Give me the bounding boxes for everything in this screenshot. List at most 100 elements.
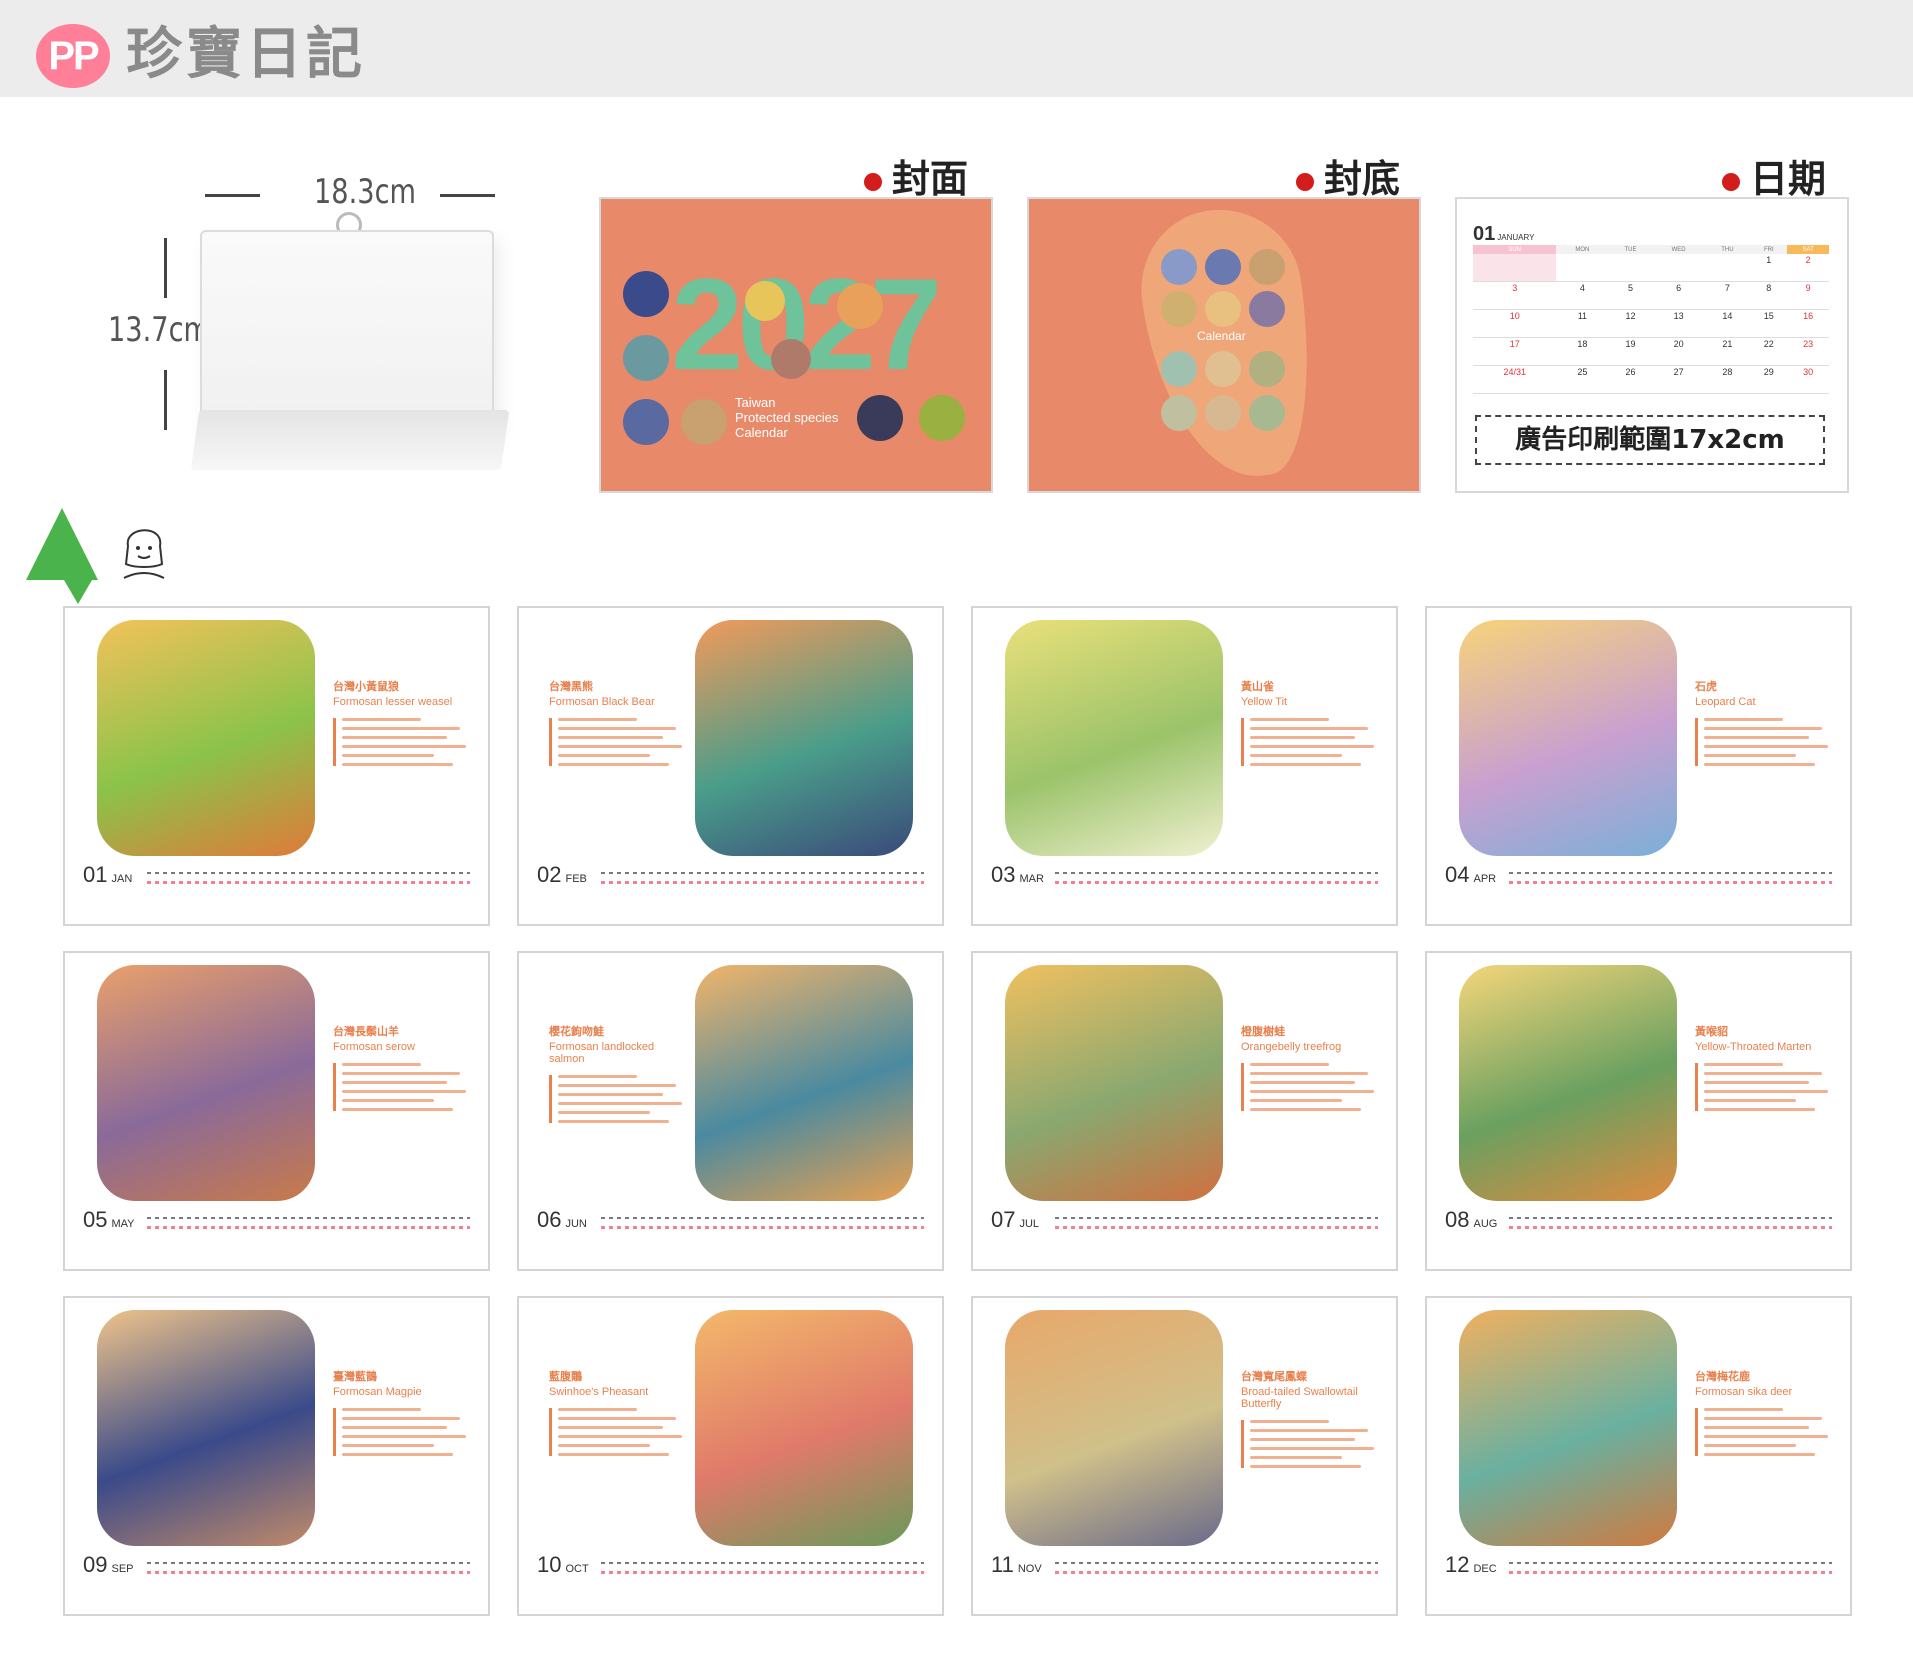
- species-name-en: Formosan landlocked salmon: [549, 1041, 655, 1065]
- species-name-zh: 石虎: [1695, 680, 1717, 693]
- description-lines: [1241, 718, 1381, 766]
- calendar-week: 24/31 25 26 27 28 29 30: [1473, 365, 1829, 394]
- calendar-day: 22: [1750, 337, 1788, 366]
- illustration: [97, 620, 315, 856]
- calendar-day: 29: [1750, 365, 1788, 394]
- calendar-day: 20: [1652, 337, 1705, 366]
- species-description: 橙腹樹蛙 Orangebelly treefrog: [1241, 1023, 1381, 1117]
- girl-face-icon: [123, 529, 165, 579]
- weekday-header: WED: [1652, 245, 1705, 254]
- month-card-sep: 臺灣藍鵲 Formosan Magpie 09 SEP: [63, 1296, 490, 1616]
- month-card-apr: 石虎 Leopard Cat 04 APR: [1425, 606, 1852, 926]
- calendar-day: 6: [1652, 281, 1705, 310]
- description-lines: [1695, 718, 1835, 766]
- species-name-en: Formosan Black Bear: [549, 696, 655, 708]
- species-name-zh: 橙腹樹蛙: [1241, 1025, 1285, 1038]
- month-card-mar: 黃山雀 Yellow Tit 03 MAR: [971, 606, 1398, 926]
- day-strip: [1055, 870, 1378, 884]
- species-name-en: Formosan serow: [333, 1041, 415, 1053]
- description-lines: [1241, 1420, 1381, 1468]
- species-name-en: Orangebelly treefrog: [1241, 1041, 1342, 1053]
- height-label: 13.7cm: [108, 310, 211, 350]
- cal-month-heading: 01 JANUARY: [1473, 223, 1535, 245]
- month-card-jan: 台灣小黃鼠狼 Formosan lesser weasel 01 JAN: [63, 606, 490, 926]
- calendar-day: 3: [1473, 281, 1557, 310]
- calendar-stand: [190, 410, 510, 470]
- month-label: 10 OCT: [537, 1552, 589, 1577]
- species-name-zh: 台灣寬尾鳳蝶: [1241, 1370, 1307, 1383]
- species-description: 台灣小黃鼠狼 Formosan lesser weasel: [333, 678, 473, 772]
- calendar-day: 4: [1556, 281, 1609, 310]
- product-photo: 18.3cm 13.7cm: [100, 170, 520, 500]
- calendar-day: 19: [1608, 337, 1653, 366]
- month-label: 09 SEP: [83, 1552, 134, 1577]
- tree-icon: [26, 508, 98, 580]
- month-label: 03 MAR: [991, 862, 1044, 887]
- calendar-board: [200, 230, 494, 434]
- animal-circle: [1205, 351, 1241, 387]
- calendar-day: 1: [1750, 254, 1788, 282]
- red-dot-icon: [1722, 172, 1740, 191]
- month-label: 07 JUL: [991, 1207, 1040, 1232]
- species-name-zh: 台灣梅花鹿: [1695, 1370, 1750, 1383]
- animal-circle: [1205, 291, 1241, 327]
- back-title: 封底: [1296, 148, 1400, 203]
- tree-trunk-icon: [64, 580, 92, 604]
- animal-circle: [1249, 395, 1285, 431]
- back-calendar-label: Calendar: [1197, 329, 1246, 343]
- illustration: [1459, 620, 1677, 856]
- day-strip: [601, 1560, 924, 1574]
- animal-circle: [771, 339, 811, 379]
- brand-name: 珍寶日記: [126, 22, 366, 87]
- species-description: 台灣長鬃山羊 Formosan serow: [333, 1023, 473, 1117]
- species-name-zh: 黃山雀: [1241, 680, 1274, 693]
- month-label: 01 JAN: [83, 862, 133, 887]
- species-name-zh: 台灣長鬃山羊: [333, 1025, 399, 1038]
- species-name-en: Formosan lesser weasel: [333, 696, 453, 708]
- species-name-en: Formosan Magpie: [333, 1386, 422, 1398]
- animal-circle: [745, 281, 785, 321]
- month-card-dec: 台灣梅花鹿 Formosan sika deer 12 DEC: [1425, 1296, 1852, 1616]
- description-lines: [549, 718, 689, 766]
- calendar-day: 26: [1608, 365, 1653, 394]
- calendar-day: 27: [1652, 365, 1705, 394]
- species-description: 台灣寬尾鳳蝶 Broad-tailed Swallowtail Butterfl…: [1241, 1368, 1381, 1474]
- brand-logo: PP: [36, 24, 110, 88]
- width-dimension-line-right: [440, 194, 495, 197]
- species-description: 石虎 Leopard Cat: [1695, 678, 1835, 772]
- calendar-day: 9: [1787, 281, 1829, 310]
- day-strip: [1055, 1215, 1378, 1229]
- animal-circle: [1161, 249, 1197, 285]
- species-name-zh: 櫻花鉤吻鮭: [549, 1025, 604, 1038]
- red-dot-icon: [864, 172, 882, 191]
- illustration: [1005, 1310, 1223, 1546]
- weekday-header: MON: [1556, 245, 1609, 254]
- taiwan-map-shape: [1130, 199, 1328, 489]
- ad-print-area: 廣告印刷範圍17x2cm: [1475, 415, 1825, 465]
- calendar-day: 5: [1608, 281, 1653, 310]
- animal-circle: [623, 271, 669, 317]
- day-strip: [1509, 870, 1832, 884]
- animal-circle: [1205, 249, 1241, 285]
- day-strip: [601, 1215, 924, 1229]
- animal-circle: [1161, 395, 1197, 431]
- calendar-day: 2: [1787, 254, 1829, 282]
- animal-circle: [1249, 249, 1285, 285]
- date-preview: 01 JANUARY SUN MON TUE WED THU FRI SAT 1 2 3 4 5 6 7 8 9…: [1455, 197, 1849, 493]
- species-description: 櫻花鉤吻鮭 Formosan landlocked salmon: [549, 1023, 689, 1129]
- illustration: [695, 620, 913, 856]
- calendar-day: 23: [1787, 337, 1829, 366]
- header-bar: PP 珍寶日記: [0, 0, 1913, 97]
- species-name-zh: 藍腹鷴: [549, 1370, 582, 1383]
- description-lines: [333, 1408, 473, 1456]
- calendar-week: 17 18 19 20 21 22 23: [1473, 337, 1829, 366]
- calendar-day: 16: [1787, 309, 1829, 338]
- cover-subtitle: Taiwan Protected species Calendar: [735, 395, 839, 440]
- calendar-grid: SUN MON TUE WED THU FRI SAT 1 2 3 4 5 6 7 8 9 10 11 12 13 14…: [1473, 245, 1829, 394]
- species-description: 黃山雀 Yellow Tit: [1241, 678, 1381, 772]
- month-card-oct: 藍腹鷴 Swinhoe's Pheasant 10 OCT: [517, 1296, 944, 1616]
- species-name-en: Swinhoe's Pheasant: [549, 1386, 649, 1398]
- illustration: [97, 965, 315, 1201]
- weekday-header: THU: [1704, 245, 1751, 254]
- month-label: 04 APR: [1445, 862, 1497, 887]
